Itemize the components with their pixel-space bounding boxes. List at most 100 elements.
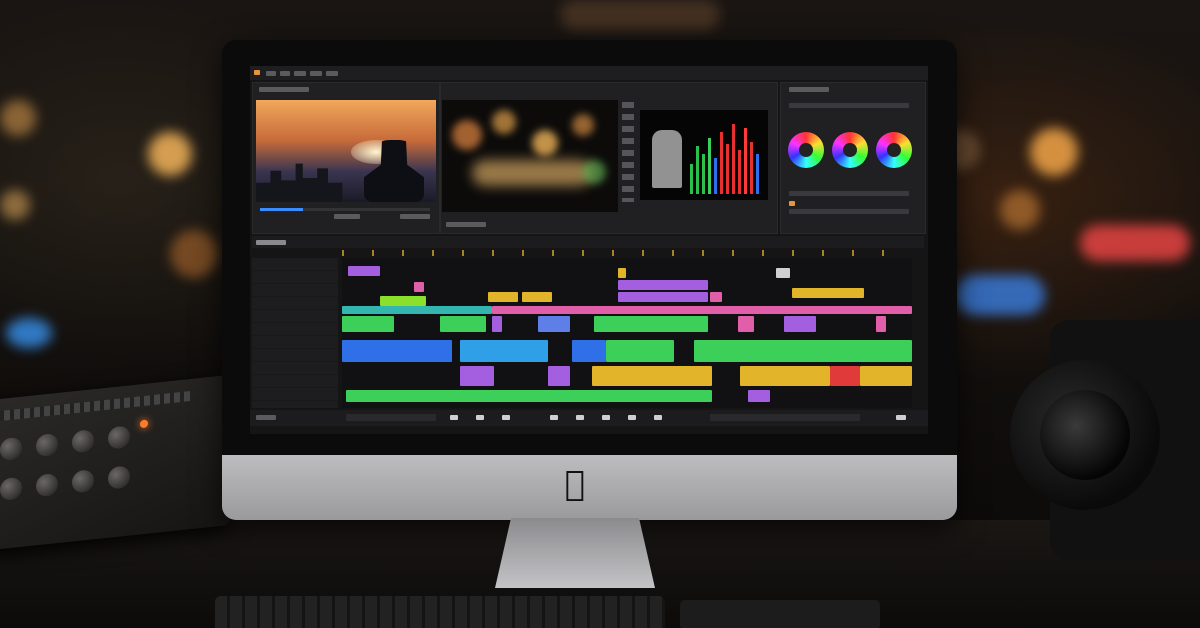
scrub-bar[interactable]	[260, 208, 430, 211]
panel-row	[789, 191, 909, 196]
clip[interactable]	[460, 366, 494, 386]
clip[interactable]	[440, 316, 486, 332]
clip[interactable]	[460, 340, 548, 362]
status-field	[710, 414, 860, 421]
scope-bar	[696, 146, 699, 194]
source-video-frame	[256, 100, 436, 202]
clip[interactable]	[792, 288, 864, 298]
scope-bar	[720, 132, 723, 194]
panel-row	[789, 103, 909, 108]
panel-header	[259, 87, 309, 92]
clip[interactable]	[860, 366, 912, 386]
frame-bokeh	[472, 160, 592, 186]
toolbar-icon[interactable]	[550, 415, 558, 420]
viewer-footer	[446, 222, 486, 227]
toolbar-icon[interactable]	[602, 415, 610, 420]
scope-bar	[738, 150, 741, 194]
menu-item[interactable]	[310, 71, 322, 76]
clip[interactable]	[876, 316, 886, 332]
clip[interactable]	[694, 340, 912, 362]
transport-controls[interactable]	[400, 214, 430, 219]
scope-bar	[708, 138, 711, 194]
color-wheel-shadows[interactable]	[788, 132, 824, 168]
panel-row	[789, 209, 909, 214]
clip[interactable]	[572, 340, 606, 362]
clip[interactable]	[342, 306, 492, 314]
timeline-tab[interactable]	[256, 240, 286, 245]
clip[interactable]	[538, 316, 570, 332]
clip[interactable]	[748, 390, 770, 402]
color-wheel-highlights[interactable]	[876, 132, 912, 168]
clip[interactable]	[492, 316, 502, 332]
toolbar-icon[interactable]	[896, 415, 906, 420]
scope-bar	[702, 154, 705, 194]
timeline-toolbar	[252, 236, 924, 248]
clip[interactable]	[548, 366, 570, 386]
color-swatch[interactable]	[789, 201, 795, 206]
apple-logo: 	[560, 466, 590, 502]
clip[interactable]	[488, 292, 518, 302]
clip[interactable]	[784, 316, 816, 332]
frame-bokeh	[572, 114, 594, 136]
mixer-led	[140, 419, 148, 429]
clip[interactable]	[618, 268, 626, 278]
clip[interactable]	[348, 266, 380, 276]
toolbar-icon[interactable]	[476, 415, 484, 420]
frame-bokeh	[492, 110, 516, 134]
menu-item[interactable]	[266, 71, 276, 76]
clip[interactable]	[606, 340, 674, 362]
clip[interactable]	[342, 316, 394, 332]
clip[interactable]	[618, 280, 708, 290]
clip[interactable]	[346, 390, 712, 402]
clip[interactable]	[738, 316, 754, 332]
mixer-knob	[0, 436, 22, 462]
bokeh-light	[148, 132, 192, 176]
clip[interactable]	[592, 366, 712, 386]
clip[interactable]	[776, 268, 790, 278]
mixer-knob	[36, 472, 58, 498]
track-headers	[252, 258, 338, 408]
menu-bar	[250, 66, 928, 80]
frame-bokeh	[452, 120, 482, 150]
scope-bar	[690, 164, 693, 194]
toolbar-icon[interactable]	[502, 415, 510, 420]
toolbar-icon[interactable]	[576, 415, 584, 420]
clip[interactable]	[380, 296, 426, 306]
zoom-control[interactable]	[346, 414, 436, 421]
bokeh-light	[170, 230, 218, 278]
scope-figure	[652, 130, 682, 188]
mixer-fader	[0, 390, 194, 422]
timeline[interactable]	[342, 258, 912, 408]
color-wheel-midtones[interactable]	[832, 132, 868, 168]
clip[interactable]	[522, 292, 552, 302]
mixer-knob	[72, 469, 94, 494]
bokeh-light	[1080, 225, 1190, 261]
bottom-toolbar	[250, 410, 928, 426]
frame-bokeh	[532, 130, 558, 156]
menu-item[interactable]	[294, 71, 306, 76]
scope-bar	[750, 142, 753, 194]
clip[interactable]	[594, 316, 708, 332]
clip[interactable]	[740, 366, 830, 386]
toolbar-icon[interactable]	[450, 415, 458, 420]
toolbar-icon[interactable]	[628, 415, 636, 420]
clip[interactable]	[618, 292, 708, 302]
menu-item[interactable]	[326, 71, 338, 76]
app-icon	[254, 70, 260, 75]
scope-bar	[732, 124, 735, 194]
mixer-knob	[36, 432, 58, 458]
clip[interactable]	[492, 306, 912, 314]
clip[interactable]	[710, 292, 722, 302]
camera	[1010, 300, 1200, 600]
clip[interactable]	[342, 340, 452, 362]
scope-bar	[714, 158, 717, 194]
menu-item[interactable]	[280, 71, 290, 76]
monitor-stand	[495, 518, 655, 588]
toolbar-icon[interactable]	[654, 415, 662, 420]
toolbar-label	[256, 415, 276, 420]
viewer-toolbar	[622, 102, 634, 202]
timecode	[334, 214, 360, 219]
clip[interactable]	[830, 366, 860, 386]
clip[interactable]	[414, 282, 424, 292]
panel-header	[789, 87, 829, 92]
